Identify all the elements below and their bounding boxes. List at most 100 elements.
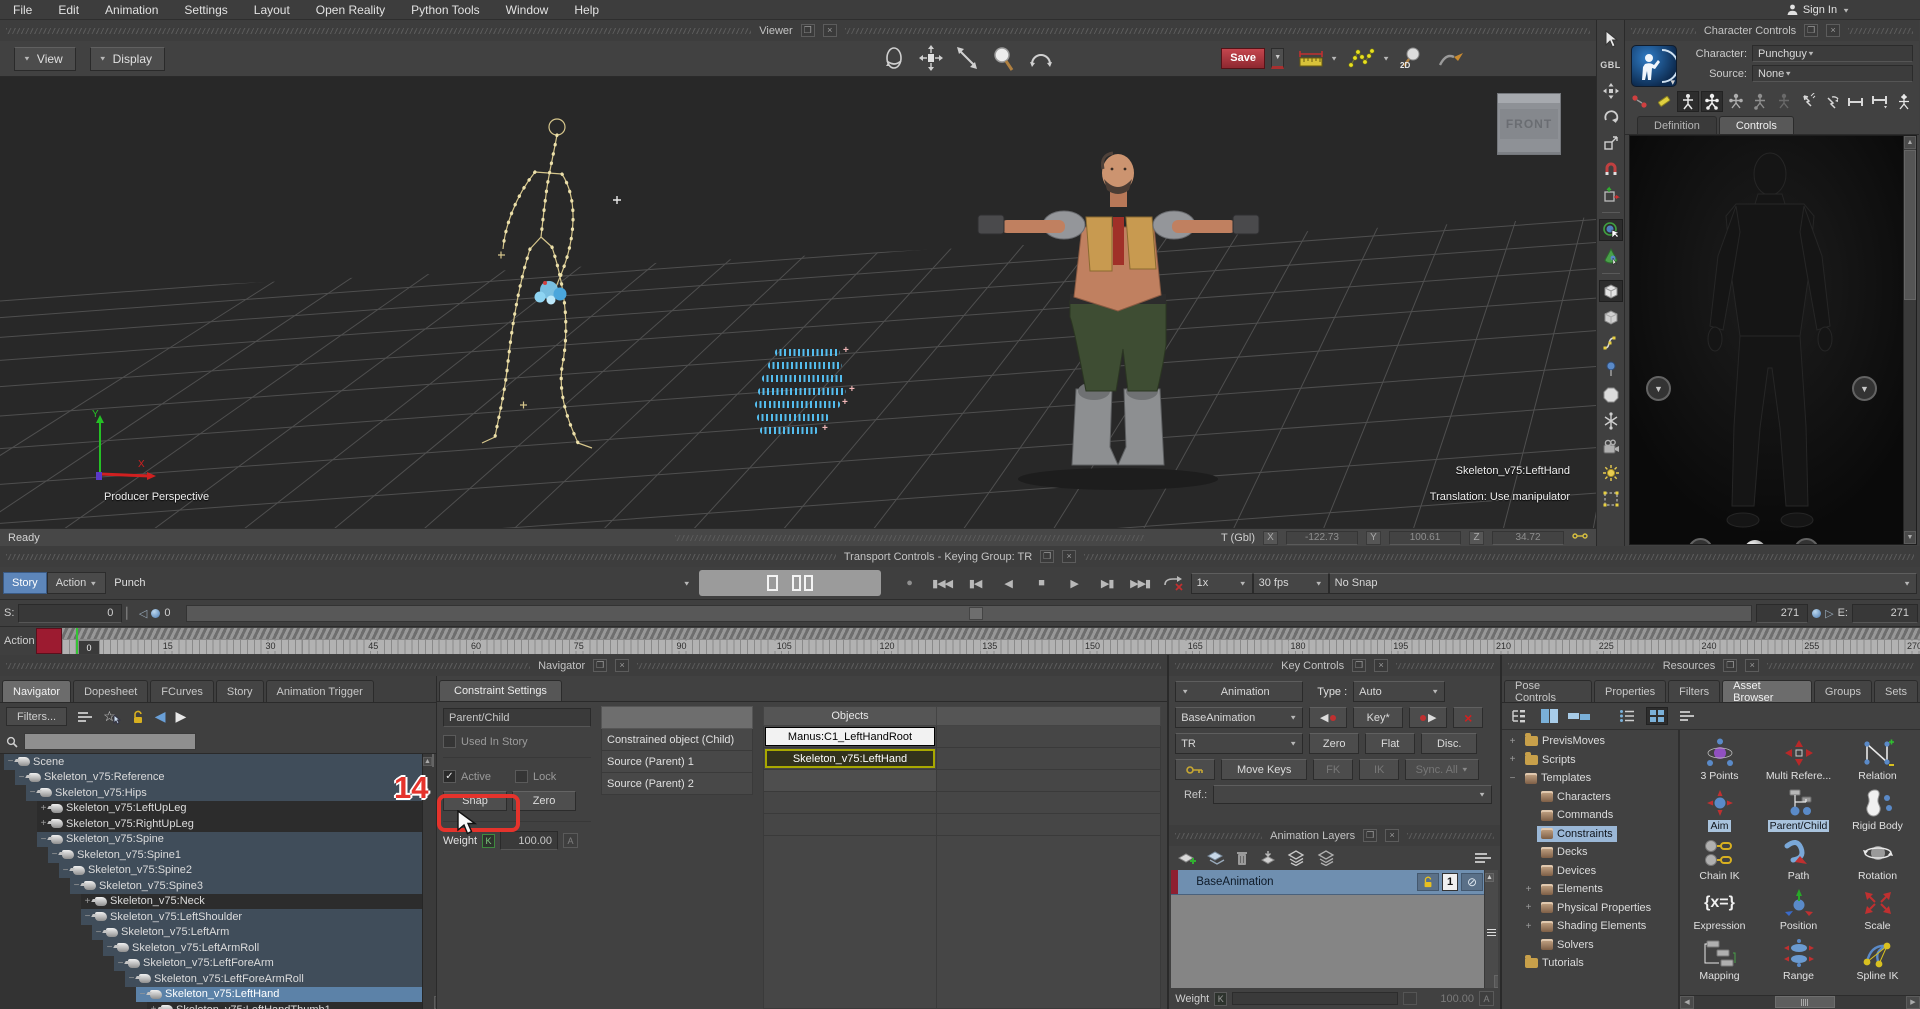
character-representation-view[interactable]: ▼ ▼ ▼ ▼ ▲▼ <box>1629 135 1917 545</box>
layer-solo-badge[interactable]: 1 <box>1442 873 1458 891</box>
go-to-start-button[interactable]: ▮◀◀ <box>926 577 959 590</box>
star-select-icon[interactable]: ☆ <box>103 708 121 725</box>
asset-scale[interactable]: Scale <box>1838 882 1917 932</box>
folder-item[interactable]: +Scripts <box>1502 751 1678 770</box>
asset-rotation[interactable]: Rotation <box>1838 832 1917 882</box>
previous-frame-button[interactable]: ◀ <box>992 577 1025 590</box>
slider-handle-icon[interactable]: ◁ <box>139 607 147 620</box>
sphere-select-icon[interactable] <box>1599 219 1623 241</box>
play-button[interactable]: ▶ <box>1058 577 1091 590</box>
start-frame-field[interactable]: 0 <box>18 604 122 623</box>
restore-icon[interactable]: ❐ <box>1352 659 1366 672</box>
tab-action[interactable]: Action ▼ <box>47 572 107 594</box>
animation-layer-select[interactable]: BaseAnimation▼ <box>1175 707 1303 728</box>
fk-button[interactable]: FK <box>1313 759 1353 780</box>
single-pane-icon[interactable] <box>767 575 778 591</box>
tab-properties[interactable]: Properties <box>1594 680 1666 702</box>
keyframe-path-icon[interactable] <box>1348 47 1376 69</box>
lock-icon[interactable] <box>131 710 145 724</box>
translate-tool-icon[interactable] <box>1599 80 1623 102</box>
flat-button[interactable]: Flat <box>1365 733 1415 754</box>
menu-edit[interactable]: Edit <box>45 3 92 17</box>
folder-item[interactable]: Constraints <box>1502 825 1678 844</box>
ik-button[interactable]: IK <box>1359 759 1399 780</box>
folder-item[interactable]: +Physical Properties <box>1502 899 1678 918</box>
dual-pane-icon[interactable] <box>792 575 813 591</box>
asset-spline-ik[interactable]: Spline IK <box>1838 932 1917 982</box>
folder-item[interactable]: +Elements <box>1502 880 1678 899</box>
rig-faded-icon[interactable] <box>1773 91 1795 112</box>
folder-item[interactable]: Characters <box>1502 788 1678 807</box>
asset-path[interactable]: Path <box>1759 832 1838 882</box>
link-icon[interactable] <box>1572 533 1588 543</box>
layer-stack-icon[interactable] <box>1287 850 1307 866</box>
previous-key-button[interactable]: ◀ <box>1309 707 1347 728</box>
tree-item[interactable]: +Skeleton_v75:Neck <box>0 894 422 910</box>
move-keys-button[interactable]: Move Keys <box>1221 759 1307 780</box>
tab-fcurves[interactable]: FCurves <box>150 680 214 702</box>
tree-item[interactable]: −Skeleton_v75:Spine2 <box>0 863 422 879</box>
layer-options-icon[interactable] <box>1474 852 1492 864</box>
slider-dot-icon[interactable] <box>1812 609 1821 618</box>
draw-path-icon[interactable] <box>1436 47 1466 69</box>
right-hand-control-button[interactable]: ▼ <box>1852 376 1877 401</box>
constraint-type-field[interactable]: Parent/Child <box>443 708 591 727</box>
set-key-button[interactable]: Key* <box>1353 707 1403 728</box>
frame-rate-select[interactable]: 30 fps▼ <box>1253 573 1329 594</box>
folder-item[interactable]: −Templates <box>1502 769 1678 788</box>
tab-navigator[interactable]: Navigator <box>2 680 71 702</box>
slot-source-parent-1[interactable]: Source (Parent) 1 <box>601 751 753 773</box>
previous-key-button[interactable]: ▮◀ <box>959 577 992 590</box>
layer-weight-slider[interactable] <box>1232 992 1398 1005</box>
zero-button[interactable]: Zero <box>512 791 576 811</box>
restore-icon[interactable]: ❐ <box>1040 550 1054 563</box>
asset-3-points[interactable]: 3 Points <box>1680 732 1759 782</box>
grid-view-icon[interactable] <box>1646 707 1668 725</box>
close-icon[interactable]: × <box>1826 24 1840 37</box>
character-rig-icon[interactable] <box>1701 91 1723 112</box>
folder-item[interactable]: +PrevisMoves <box>1502 732 1678 751</box>
z-value-field[interactable]: 34.72 <box>1492 531 1564 545</box>
tab-dopesheet[interactable]: Dopesheet <box>73 680 148 702</box>
polygon-tool-icon[interactable] <box>1599 384 1623 406</box>
view-menu-button[interactable]: ▼ View <box>14 47 76 71</box>
view-cube[interactable]: FRONT <box>1497 93 1561 155</box>
asset-chain-ik[interactable]: Chain IK <box>1680 832 1759 882</box>
back-arrow-icon[interactable]: ◀ <box>155 708 166 725</box>
slider-dot-icon[interactable] <box>151 609 160 618</box>
asset-relation[interactable]: Relation <box>1838 732 1917 782</box>
list-options-icon[interactable] <box>77 711 93 723</box>
slot-source-parent-2[interactable]: Source (Parent) 2 <box>601 773 753 795</box>
cone-select-icon[interactable] <box>1599 245 1623 267</box>
tab-pose-controls[interactable]: Pose Controls <box>1504 680 1592 702</box>
time-ruler[interactable]: 1530456075901051201351501651801952102252… <box>62 628 1920 654</box>
track-color-swatch[interactable] <box>36 628 62 654</box>
slot-constrained-object[interactable]: Constrained object (Child) <box>601 729 753 751</box>
layer-row-baseanimation[interactable]: BaseAnimation 1 ⊘ <box>1171 870 1498 895</box>
playback-speed-select[interactable]: 1x▼ <box>1191 573 1253 594</box>
tree-item[interactable]: −Skeleton_v75:LeftForeArmRoll <box>0 971 422 987</box>
tab-story[interactable]: Story <box>3 572 47 594</box>
split-horizontal-icon[interactable] <box>1568 707 1590 725</box>
tree-item[interactable]: −Skeleton_v75:Spine1 <box>0 847 422 863</box>
duplicate-layer-icon[interactable] <box>1206 850 1226 866</box>
restore-icon[interactable]: ❐ <box>801 24 815 37</box>
tree-item[interactable]: −Skeleton_v75:LeftHand <box>0 987 422 1003</box>
menu-file[interactable]: File <box>0 3 45 17</box>
slider-handle[interactable] <box>969 607 983 620</box>
keying-group-select[interactable]: TR▼ <box>1175 733 1303 754</box>
discontinuity-button[interactable]: Disc. <box>1421 733 1477 754</box>
asset-parent-child[interactable]: Parent/Child <box>1759 782 1838 832</box>
x-value-field[interactable]: -122.73 <box>1286 531 1358 545</box>
dolly-camera-icon[interactable] <box>954 44 980 72</box>
object-cell-selected[interactable]: Skeleton_v75:LeftHand <box>765 749 935 768</box>
rotate-tool-icon[interactable] <box>1599 106 1623 128</box>
tree-item[interactable]: +Skeleton_v75:RightUpLeg <box>0 816 422 832</box>
tree-item[interactable]: −Skeleton_v75:Spine3 <box>0 878 422 894</box>
pan-camera-icon[interactable] <box>918 44 944 72</box>
split-vertical-icon[interactable] <box>1538 707 1560 725</box>
next-key-button[interactable]: ▶ <box>1409 707 1447 728</box>
tree-item[interactable]: −Skeleton_v75:Reference <box>0 770 422 786</box>
close-icon[interactable]: × <box>615 659 629 672</box>
weight-value-field[interactable]: 100.00 <box>500 831 558 850</box>
